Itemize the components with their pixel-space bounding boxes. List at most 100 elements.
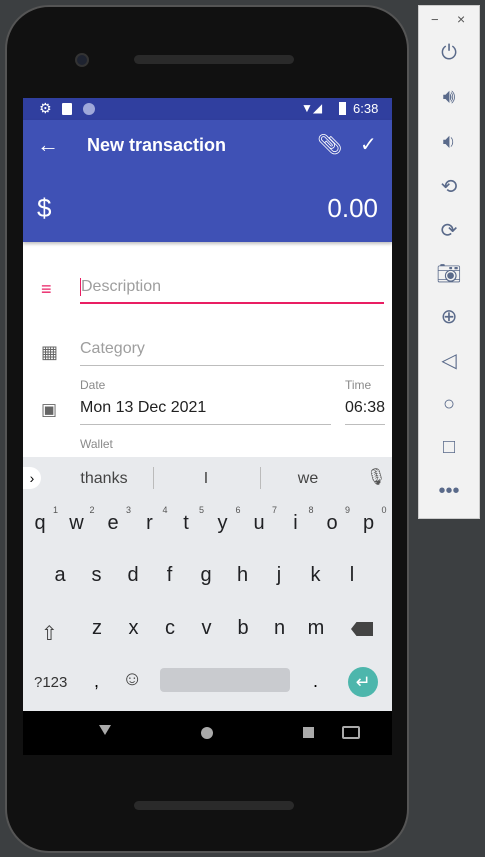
key-a[interactable]: a [45,564,75,587]
key-t[interactable]: t [171,512,201,535]
overview-icon[interactable]: □ [419,436,479,459]
settings-icon: ⚙ [39,100,52,116]
key-k[interactable]: k [301,564,331,587]
spacebar[interactable] [160,668,290,692]
power-icon[interactable]: ⏻ [419,42,479,65]
zoom-icon[interactable]: ⊕ [419,304,479,329]
key-hint: 0 [381,505,387,515]
clock: 6:38 [353,101,379,116]
key-hint: 5 [199,505,205,515]
key-z[interactable]: z [82,617,112,640]
page-title: New transaction [87,135,227,155]
key-e[interactable]: e [98,512,128,535]
key-m[interactable]: m [301,617,331,640]
currency-symbol[interactable]: $ [37,193,51,224]
time-underline [345,424,385,425]
key-l[interactable]: l [337,564,367,587]
key-g[interactable]: g [191,564,221,587]
minimize-button[interactable]: − [431,12,439,27]
battery-icon [339,102,346,115]
keyboard: › thanks I we 🎙︎ q1w2e3r4t5y6u7i8o9p0 asd… [23,457,392,711]
divider [153,467,154,489]
divider [260,467,261,489]
description-underline [80,302,384,304]
microphone-icon[interactable]: 🎙︎ [366,467,386,487]
volume-down-icon[interactable]: 🔉︎ [419,131,479,154]
key-b[interactable]: b [228,617,258,640]
rotate-left-icon[interactable]: ⟲ [419,174,479,199]
volume-up-icon[interactable]: 🔊︎ [419,86,479,109]
key-hint: 4 [162,505,168,515]
home-icon[interactable]: ○ [419,393,479,416]
circle-icon [83,103,95,115]
key-hint: 2 [89,505,95,515]
wallet-label: Wallet [80,437,113,451]
check-icon[interactable]: ✓ [360,132,377,157]
key-x[interactable]: x [119,617,149,640]
key-hint: 1 [53,505,59,515]
symbols-key[interactable]: ?123 [34,674,67,691]
key-hint: 3 [126,505,132,515]
amount-value[interactable]: 0.00 [327,193,378,224]
screen: ⚙ ▼◢ 6:38 ← New transaction 📎︎ ✓ $ 0.00 … [23,98,392,711]
date-underline [80,424,331,425]
more-icon[interactable]: ••• [419,480,479,503]
sd-card-icon [62,103,72,115]
key-hint: 6 [235,505,241,515]
recents-icon[interactable] [303,727,314,738]
keyboard-switch-icon[interactable] [342,726,360,739]
key-hint: 8 [308,505,314,515]
expand-chevron-icon[interactable]: › [23,467,41,489]
shift-icon[interactable]: ⇧ [41,621,58,646]
key-h[interactable]: h [228,564,258,587]
key-q[interactable]: q [25,512,55,535]
rotate-right-icon[interactable]: ⟳ [419,218,479,243]
comma-key[interactable]: , [94,671,99,692]
key-w[interactable]: w [62,512,92,535]
date-label: Date [80,378,106,392]
speaker-top [134,55,294,64]
camera [75,53,89,67]
date-field[interactable]: Mon 13 Dec 2021 [80,399,206,417]
category-input[interactable]: Category [80,340,145,358]
key-r[interactable]: r [135,512,165,535]
key-hint: 9 [345,505,351,515]
key-v[interactable]: v [192,617,222,640]
time-field[interactable]: 06:38 [345,399,385,417]
key-c[interactable]: c [155,617,185,640]
key-hint: 7 [272,505,278,515]
backspace-icon[interactable] [351,622,373,636]
category-underline [80,365,384,366]
key-y[interactable]: y [208,512,238,535]
description-icon: ≡ [41,279,52,299]
key-u[interactable]: u [244,512,274,535]
suggestion[interactable]: thanks [68,470,140,488]
period-key[interactable]: . [313,671,318,692]
enter-icon[interactable]: ↵ [348,667,378,697]
key-p[interactable]: p [354,512,384,535]
navigation-bar [23,711,392,755]
back-arrow-icon[interactable]: ← [37,132,59,158]
category-icon: ▦ [41,342,59,362]
back-icon[interactable] [99,725,111,735]
app-bar: ← New transaction 📎︎ ✓ $ 0.00 [23,120,392,242]
speaker-bottom [134,801,294,810]
wifi-icon: ▼◢ [301,101,323,115]
suggestion[interactable]: I [188,470,224,488]
key-s[interactable]: s [82,564,112,587]
camera-icon[interactable]: 📷︎ [419,261,479,286]
emoji-icon[interactable]: ☺ [122,668,142,691]
home-icon[interactable] [201,727,213,739]
emulator-side-panel: − × ⏻ 🔊︎ 🔉︎ ⟲ ⟳ 📷︎ ⊕ ◁ ○ □ ••• [418,5,480,519]
key-i[interactable]: i [281,512,311,535]
suggestion[interactable]: we [288,470,328,488]
description-input[interactable]: Description [81,278,161,296]
key-d[interactable]: d [118,564,148,587]
attach-icon[interactable]: 📎︎ [317,132,342,157]
close-button[interactable]: × [457,11,465,27]
back-icon[interactable]: ◁ [419,348,479,373]
key-j[interactable]: j [264,564,294,587]
key-n[interactable]: n [265,617,295,640]
key-o[interactable]: o [317,512,347,535]
key-f[interactable]: f [155,564,185,587]
